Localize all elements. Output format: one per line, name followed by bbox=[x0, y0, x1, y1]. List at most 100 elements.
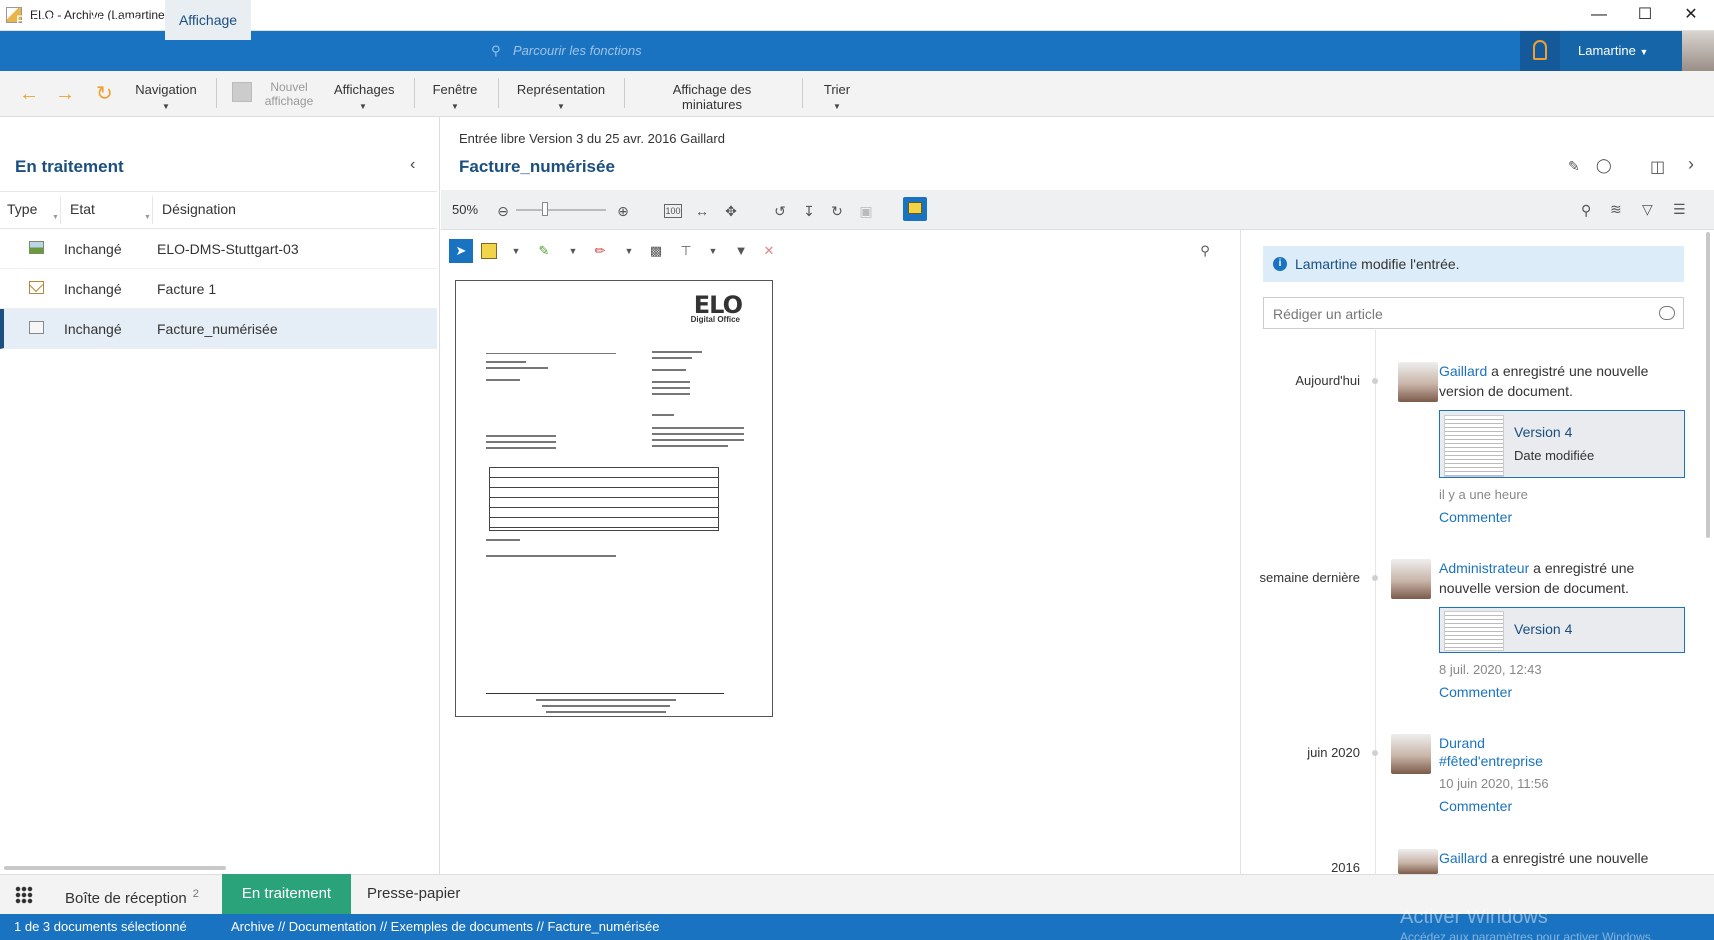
column-etat[interactable]: Etat bbox=[70, 201, 95, 217]
actual-size-icon[interactable]: 100 bbox=[664, 204, 682, 218]
document-edit-icon[interactable]: ✎ bbox=[1568, 158, 1580, 175]
rotate-right-icon[interactable]: ↻ bbox=[828, 202, 846, 220]
comment-link[interactable]: Commenter bbox=[1439, 684, 1512, 700]
divider bbox=[498, 78, 499, 108]
redaction-icon[interactable]: ▩ bbox=[647, 242, 665, 260]
caret-down-icon: ▼ bbox=[557, 102, 565, 111]
rotate-left-icon[interactable]: ↺ bbox=[771, 202, 789, 220]
caret-down-icon[interactable]: ▼ bbox=[620, 242, 638, 260]
table-row[interactable]: Inchangé Facture 1 bbox=[0, 269, 437, 309]
feed-entry-user[interactable]: Gaillard bbox=[1439, 363, 1487, 379]
avatar[interactable] bbox=[1682, 31, 1714, 71]
apps-grid-icon[interactable] bbox=[15, 886, 33, 904]
feed-entry-text: Gaillard a enregistré une nouvelle versi… bbox=[1439, 361, 1689, 401]
chevron-left-icon[interactable]: ‹ bbox=[410, 156, 415, 174]
feed-entry-user[interactable]: Gaillard bbox=[1439, 850, 1487, 866]
search-icon[interactable]: ⚲ bbox=[1581, 202, 1591, 219]
menu-bar bbox=[0, 31, 1714, 71]
comment-link[interactable]: Commenter bbox=[1439, 509, 1512, 525]
menu-favoris[interactable]: Favoris bbox=[16, 0, 62, 40]
pen-icon[interactable]: ✏ bbox=[591, 242, 609, 260]
column-designation[interactable]: Désignation bbox=[162, 201, 236, 217]
version-card[interactable]: Version 4 Date modifiée bbox=[1439, 410, 1685, 478]
views-button[interactable]: Affichages ▼ bbox=[334, 82, 394, 112]
user-status-icon[interactable] bbox=[1520, 31, 1560, 71]
table-row[interactable]: Inchangé ELO-DMS-Stuttgart-03 bbox=[0, 229, 437, 269]
column-separator[interactable] bbox=[152, 196, 153, 224]
layout-icon[interactable]: ◫ bbox=[1650, 157, 1665, 177]
document-page[interactable]: ELO Digital Office bbox=[455, 280, 773, 717]
timeline-date: juin 2020 bbox=[1307, 745, 1360, 760]
navigation-button[interactable]: Navigation ▼ bbox=[134, 82, 198, 112]
avatar[interactable] bbox=[1391, 734, 1431, 774]
close-icon[interactable]: ✕ bbox=[1668, 0, 1714, 31]
function-search[interactable]: Parcourir les fonctions bbox=[513, 31, 642, 71]
fit-page-icon[interactable]: ✥ bbox=[722, 202, 740, 220]
caret-down-icon[interactable]: ▼ bbox=[704, 242, 722, 260]
refresh-icon[interactable]: ↻ bbox=[96, 84, 113, 104]
zoom-slider[interactable] bbox=[516, 209, 606, 211]
note-icon[interactable] bbox=[481, 243, 497, 259]
row-name: Facture_numérisée bbox=[157, 321, 278, 337]
search-icon[interactable]: ⚲ bbox=[1196, 242, 1214, 260]
invoice-table bbox=[489, 467, 719, 531]
highlighter-icon[interactable]: ✎ bbox=[535, 242, 553, 260]
comment-link[interactable]: Commenter bbox=[1439, 798, 1512, 814]
menu-nouveau[interactable]: Nouveau bbox=[91, 0, 147, 40]
representation-button[interactable]: Représentation ▼ bbox=[516, 82, 606, 112]
hashtag-link[interactable]: #fêted'entreprise bbox=[1439, 753, 1543, 769]
vertical-scrollbar[interactable] bbox=[1706, 232, 1710, 538]
tab-clipboard[interactable]: Presse-papier bbox=[367, 874, 460, 914]
annotation-toggle-icon[interactable] bbox=[903, 197, 927, 221]
chat-bubble-icon[interactable] bbox=[1659, 306, 1675, 320]
back-arrow-icon[interactable]: ← bbox=[19, 84, 39, 104]
feed-entry-user[interactable]: Durand bbox=[1439, 735, 1485, 751]
menu-gerer[interactable]: Gérer bbox=[333, 0, 369, 40]
column-type[interactable]: Type bbox=[7, 201, 37, 217]
filter-icon[interactable]: ▽ bbox=[1642, 201, 1653, 218]
horizontal-scrollbar[interactable] bbox=[4, 866, 226, 870]
avatar[interactable] bbox=[1391, 559, 1431, 599]
zoom-slider-handle[interactable] bbox=[542, 202, 548, 216]
list-icon[interactable]: ☰ bbox=[1673, 201, 1686, 218]
chevron-down-icon: ▼ bbox=[1639, 47, 1649, 57]
stamp-icon[interactable]: ▼ bbox=[732, 242, 750, 260]
compose-input[interactable]: Rédiger un article bbox=[1263, 297, 1684, 329]
zoom-out-icon[interactable]: ⊖ bbox=[494, 202, 512, 220]
minimize-icon[interactable]: — bbox=[1576, 0, 1622, 31]
text-line bbox=[486, 539, 520, 541]
window-button[interactable]: Fenêtre ▼ bbox=[430, 82, 480, 112]
table-row-selected[interactable]: Inchangé Facture_numérisée bbox=[0, 309, 437, 349]
sort-button[interactable]: Trier ▼ bbox=[820, 82, 854, 112]
menu-document[interactable]: Document bbox=[397, 0, 461, 40]
caret-down-icon[interactable]: ▼ bbox=[564, 242, 582, 260]
divider bbox=[414, 78, 415, 108]
user-menu[interactable]: Lamartine ▼ bbox=[1578, 31, 1648, 72]
breadcrumb[interactable]: Archive // Documentation // Exemples de … bbox=[231, 919, 659, 934]
divider bbox=[624, 78, 625, 108]
version-card[interactable]: Version 4 bbox=[1439, 607, 1685, 653]
thumbnails-button[interactable]: Affichage des miniatures bbox=[642, 82, 782, 112]
caret-down-icon[interactable]: ▼ bbox=[507, 242, 525, 260]
rotate-down-icon[interactable]: ↧ bbox=[800, 202, 818, 220]
image-icon bbox=[29, 241, 44, 254]
tab-in-progress[interactable]: En traitement bbox=[222, 874, 351, 914]
comment-icon[interactable]: ◯ bbox=[1596, 157, 1612, 174]
menu-affichage[interactable]: Affichage bbox=[165, 0, 251, 40]
feed-entry-user[interactable]: Administrateur bbox=[1439, 560, 1529, 576]
fit-width-icon[interactable]: ↔ bbox=[693, 202, 711, 220]
text-annotation-icon[interactable]: ⊤ bbox=[677, 242, 695, 260]
sort-caret-icon: ▼ bbox=[144, 214, 151, 221]
feed-icon[interactable]: ≋ bbox=[1610, 201, 1622, 218]
zoom-in-icon[interactable]: ⊕ bbox=[614, 202, 632, 220]
menu-sortie[interactable]: Sortie bbox=[266, 0, 303, 40]
pointer-icon[interactable]: ➤ bbox=[449, 239, 473, 263]
chevron-right-icon[interactable]: › bbox=[1688, 154, 1694, 175]
tab-inbox[interactable]: Boîte de réception 2 bbox=[65, 874, 199, 914]
maximize-icon[interactable]: ☐ bbox=[1622, 0, 1668, 31]
avatar[interactable] bbox=[1398, 849, 1438, 874]
forward-arrow-icon[interactable]: → bbox=[55, 84, 75, 104]
version-title: Version 4 bbox=[1514, 621, 1573, 637]
avatar[interactable] bbox=[1398, 362, 1438, 402]
column-separator[interactable] bbox=[60, 196, 61, 224]
